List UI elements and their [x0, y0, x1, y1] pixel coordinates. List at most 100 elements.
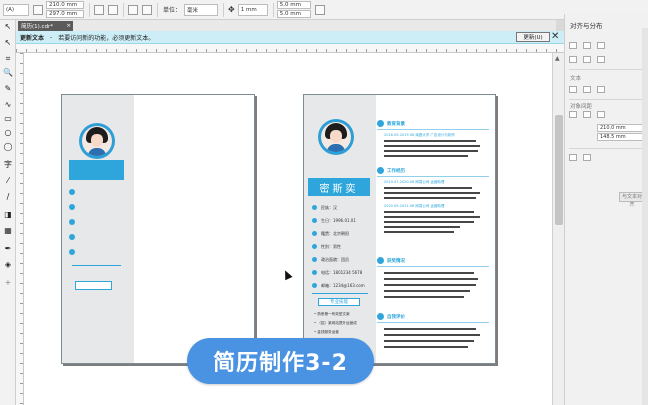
- landscape-orientation-icon[interactable]: [108, 4, 118, 15]
- section-icon: [377, 120, 384, 127]
- skill-item: • 金钱服务运营: [314, 330, 339, 334]
- info-bullet: [69, 234, 75, 240]
- align-middle-icon[interactable]: [583, 56, 591, 63]
- polygon-tool-icon[interactable]: ◯: [3, 142, 13, 151]
- distribute-center-icon[interactable]: [583, 86, 591, 93]
- update-text-button[interactable]: 更新(U): [516, 32, 550, 42]
- align-bottom-icon[interactable]: [597, 56, 605, 63]
- skill-item: • 熟悉第一有效型文案: [314, 312, 350, 316]
- notification-close-icon[interactable]: ✕: [551, 31, 559, 43]
- info-hometown: 籍贯：北京朝阳: [321, 231, 349, 236]
- text-line: [384, 187, 472, 189]
- section-title-work: 工作经历: [387, 169, 405, 174]
- distribute-left-icon[interactable]: [569, 86, 577, 93]
- sidebar-divider: [312, 293, 368, 294]
- lesson-title-badge: 简历制作3-2: [187, 338, 374, 384]
- page-border-icon[interactable]: [314, 4, 325, 15]
- nudge-field[interactable]: 1 mm: [237, 3, 268, 16]
- document-tab[interactable]: 简历(1).cdr* ×: [18, 21, 73, 31]
- horizontal-ruler[interactable]: [16, 44, 564, 53]
- resume-page-draft[interactable]: [61, 94, 255, 364]
- section-title-awards: 获奖情况: [387, 259, 405, 264]
- portrait-orientation-icon[interactable]: [94, 4, 104, 15]
- tab-close-icon[interactable]: ×: [66, 23, 71, 29]
- page-width-field[interactable]: 210.0 mm: [46, 1, 84, 9]
- align-top-icon[interactable]: [569, 56, 577, 63]
- eyedropper-tool-icon[interactable]: ✒: [3, 244, 13, 253]
- info-birthday: 生日：1996.01.01: [321, 218, 356, 223]
- text-line: [384, 328, 476, 330]
- ellipse-tool-icon[interactable]: ○: [3, 128, 13, 137]
- scrollbar-thumb[interactable]: [555, 115, 563, 225]
- dimension-tool-icon[interactable]: ⁄: [3, 176, 13, 185]
- name-banner: 密斯奕: [308, 178, 370, 196]
- units-select[interactable]: 毫米: [184, 3, 219, 16]
- docker-divider: [569, 148, 645, 149]
- info-bullet: [312, 244, 317, 249]
- info-bullet: [69, 219, 75, 225]
- text-line: [384, 197, 476, 199]
- fill-tool-icon[interactable]: ◈: [3, 260, 13, 269]
- info-bullet: [69, 204, 75, 210]
- nudge-icon: ✥: [228, 5, 235, 14]
- text-line: [384, 334, 480, 336]
- info-bullet: [69, 189, 75, 195]
- toolbar-separator: [272, 2, 274, 17]
- transparency-tool-icon[interactable]: ▦: [3, 226, 13, 235]
- portrait-icon[interactable]: [33, 4, 43, 15]
- toolbar-separator: [123, 2, 124, 17]
- duplicate-x-field[interactable]: 5.0 mm: [276, 1, 311, 9]
- text-tool-icon[interactable]: 字: [3, 160, 13, 169]
- text-line: [384, 284, 476, 286]
- zoom-tool-icon[interactable]: 🔍: [3, 68, 13, 77]
- resume-page-final[interactable]: 密斯奕 民族：汉 生日：1996.01.01 籍贯：北京朝阳 性别：男性 政治面…: [303, 94, 496, 364]
- page-size-fields: 210.0 mm 297.0 mm: [46, 1, 84, 18]
- add-tool-icon[interactable]: +: [3, 278, 13, 287]
- info-politics: 政治面貌：团员: [321, 257, 349, 262]
- spacing-h-icon[interactable]: [569, 111, 577, 118]
- align-buttons-row: [569, 42, 605, 49]
- notification-message: 若要访问新的功能，必须更新文本。: [58, 34, 155, 42]
- align-right-icon[interactable]: [597, 42, 605, 49]
- pick-tool-icon[interactable]: ↖: [3, 22, 13, 31]
- spacing-height-field[interactable]: 148.5 mm: [597, 133, 643, 141]
- info-bullet: [312, 205, 317, 210]
- text-line: [384, 231, 454, 233]
- text-line: [384, 150, 478, 152]
- text-align-last-icon[interactable]: [583, 154, 591, 161]
- freehand-tool-icon[interactable]: ✎: [3, 84, 13, 93]
- shape-tool-icon[interactable]: ↖: [3, 38, 13, 47]
- text-line: [384, 192, 480, 194]
- scroll-up-icon[interactable]: ▲: [555, 55, 560, 62]
- spacing-v-icon[interactable]: [583, 111, 591, 118]
- align-left-icon[interactable]: [569, 42, 577, 49]
- avatar-collar: [88, 148, 106, 156]
- page-preset-select[interactable]: (A): [3, 3, 29, 16]
- docker-scrollbar[interactable]: [642, 28, 648, 405]
- section-rule: [377, 322, 489, 323]
- all-pages-icon[interactable]: [128, 4, 138, 15]
- notification-dash: -: [50, 33, 53, 41]
- spacing-page-icon[interactable]: [597, 111, 605, 118]
- connector-tool-icon[interactable]: ∕: [3, 192, 13, 201]
- align-buttons-row: [569, 56, 605, 63]
- drop-shadow-tool-icon[interactable]: ◨: [3, 210, 13, 219]
- section-title-education: 教育背景: [387, 122, 405, 127]
- vertical-ruler[interactable]: [16, 53, 24, 405]
- artistic-media-tool-icon[interactable]: ∿: [3, 100, 13, 109]
- duplicate-y-field[interactable]: 5.0 mm: [276, 10, 311, 18]
- vertical-scrollbar[interactable]: ▲: [552, 53, 564, 405]
- text-align-first-icon[interactable]: [569, 154, 577, 161]
- spacing-width-field[interactable]: 210.0 mm: [597, 124, 643, 132]
- avatar-photo: [321, 122, 351, 152]
- rectangle-tool-icon[interactable]: ▭: [3, 114, 13, 123]
- docker-divider: [569, 69, 645, 70]
- distribute-right-icon[interactable]: [597, 86, 605, 93]
- name-banner: [69, 160, 124, 180]
- align-center-icon[interactable]: [583, 42, 591, 49]
- page-height-field[interactable]: 297.0 mm: [46, 10, 84, 18]
- current-page-icon[interactable]: [142, 4, 152, 15]
- skills-title-box: 专业技能: [318, 298, 360, 306]
- crop-tool-icon[interactable]: ⌗: [3, 54, 13, 63]
- section-icon: [377, 167, 384, 174]
